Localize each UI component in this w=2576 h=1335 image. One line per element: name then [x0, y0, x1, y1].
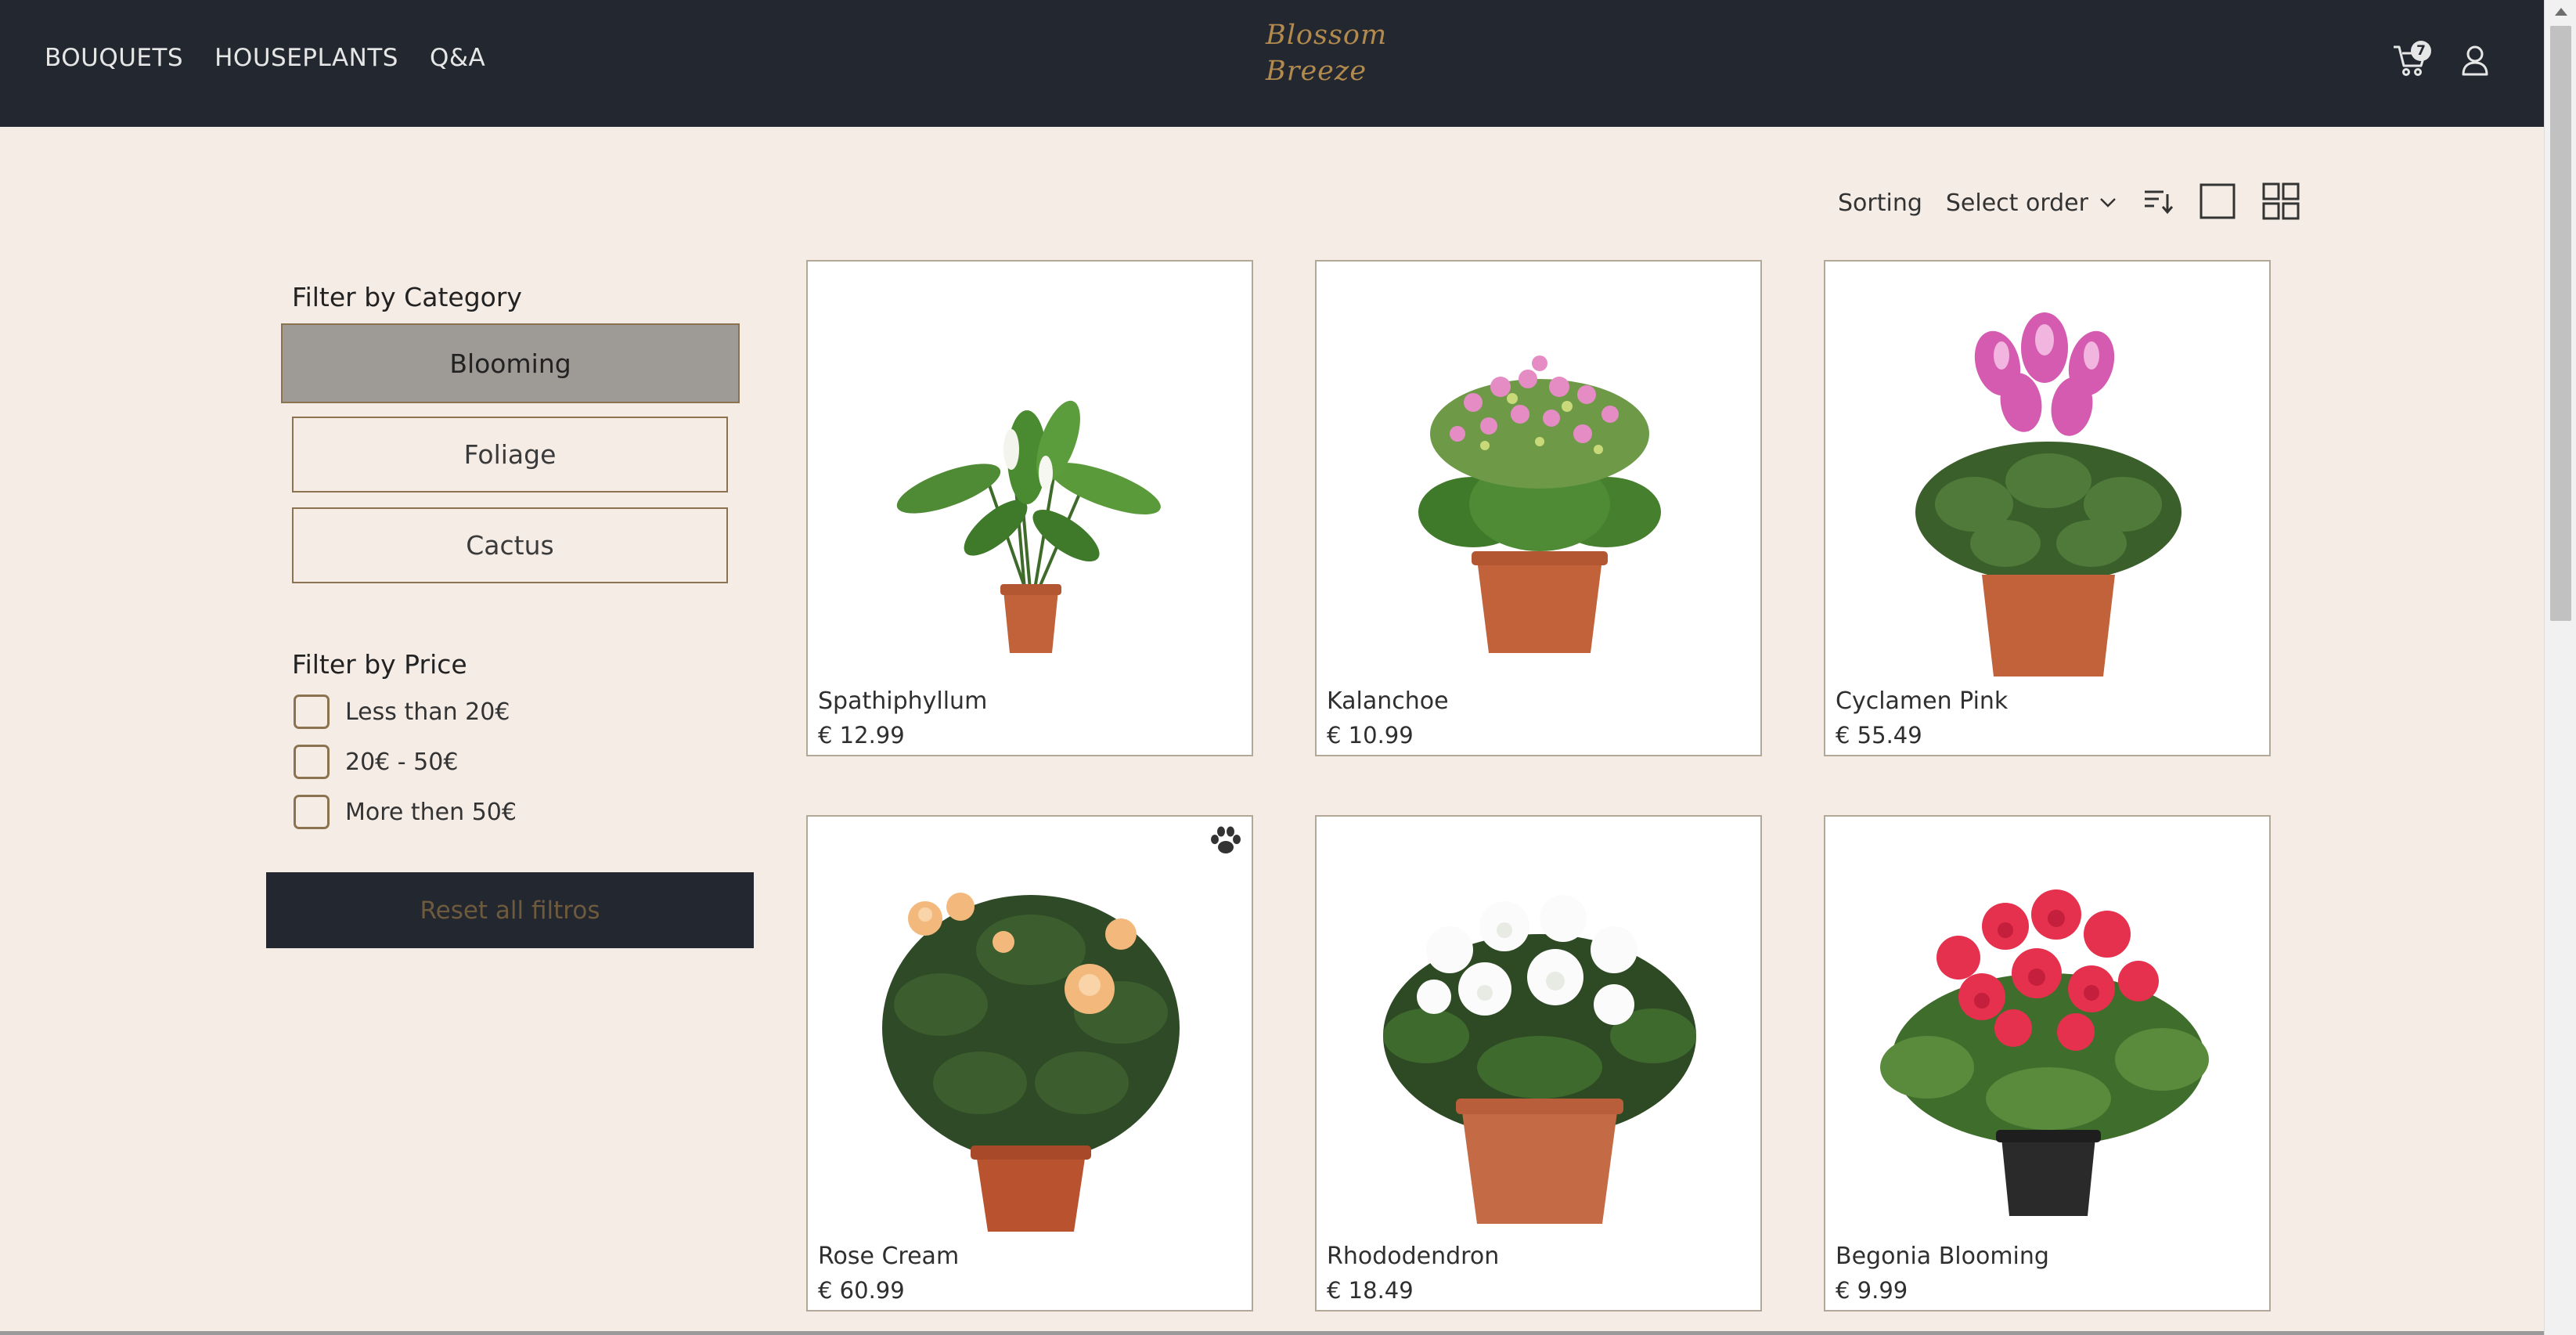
- product-name: Kalanchoe: [1327, 687, 1449, 715]
- paw-icon: [1211, 826, 1241, 853]
- account-button[interactable]: [2459, 42, 2491, 78]
- product-card[interactable]: Cyclamen Pink € 55.49: [1824, 260, 2271, 756]
- checkbox[interactable]: [294, 795, 330, 829]
- product-image: [1841, 277, 2257, 692]
- scroll-thumb[interactable]: [2550, 26, 2571, 621]
- logo-line-2: Breeze: [1266, 56, 1367, 87]
- single-view-button[interactable]: [2200, 183, 2236, 222]
- category-filter-title: Filter by Category: [292, 282, 522, 312]
- product-card[interactable]: Kalanchoe € 10.99: [1315, 260, 1762, 756]
- product-price: € 12.99: [818, 722, 905, 749]
- product-image: [823, 832, 1239, 1247]
- top-header: BOUQUETS HOUSEPLANTS Q&A Blossom Breeze …: [0, 0, 2544, 127]
- grid-view-icon: [2262, 182, 2300, 220]
- product-card[interactable]: Rhododendron € 18.49: [1315, 815, 1762, 1312]
- brand-logo[interactable]: Blossom Breeze: [1266, 17, 1407, 89]
- grid-view-button[interactable]: [2262, 182, 2300, 223]
- price-option-label: 20€ - 50€: [345, 748, 459, 776]
- main-nav: BOUQUETS HOUSEPLANTS Q&A: [45, 44, 485, 72]
- product-name: Spathiphyllum: [818, 687, 988, 715]
- product-name: Cyclamen Pink: [1836, 687, 2009, 715]
- product-card[interactable]: Rose Cream € 60.99: [806, 815, 1253, 1312]
- product-name: Rose Cream: [818, 1243, 960, 1270]
- price-option-label: More then 50€: [345, 798, 517, 826]
- product-image: [1332, 277, 1748, 692]
- sort-direction-icon: [2144, 190, 2174, 215]
- reset-filters-button[interactable]: Reset all filtros: [266, 872, 754, 948]
- category-blooming[interactable]: Blooming: [281, 323, 740, 403]
- sort-toolbar: Sorting Select order: [1838, 182, 2300, 224]
- price-option-over-50[interactable]: More then 50€: [294, 795, 517, 829]
- price-option-under-20[interactable]: Less than 20€: [294, 695, 510, 729]
- product-card[interactable]: Spathiphyllum € 12.99: [806, 260, 1253, 756]
- checkbox[interactable]: [294, 695, 330, 729]
- category-cactus[interactable]: Cactus: [292, 507, 728, 583]
- sorting-label: Sorting: [1838, 189, 1922, 217]
- product-image: [1332, 832, 1748, 1247]
- nav-bouquets[interactable]: BOUQUETS: [45, 44, 183, 72]
- category-foliage[interactable]: Foliage: [292, 417, 728, 493]
- product-price: € 55.49: [1836, 722, 1922, 749]
- chevron-down-icon: [2100, 198, 2116, 207]
- product-price: € 9.99: [1836, 1277, 1908, 1304]
- nav-houseplants[interactable]: HOUSEPLANTS: [214, 44, 398, 72]
- product-price: € 18.49: [1327, 1277, 1414, 1304]
- cart-button[interactable]: 7: [2392, 41, 2431, 78]
- product-price: € 10.99: [1327, 722, 1414, 749]
- price-filter-title: Filter by Price: [292, 649, 467, 680]
- sort-order-value: Select order: [1945, 189, 2088, 217]
- product-price: € 60.99: [818, 1277, 905, 1304]
- sort-direction-button[interactable]: [2143, 188, 2174, 218]
- user-icon: [2462, 45, 2488, 76]
- horizontal-scrollbar[interactable]: [0, 1331, 2544, 1335]
- sort-order-select[interactable]: Select order: [1946, 189, 2117, 217]
- nav-qa[interactable]: Q&A: [430, 44, 485, 72]
- price-option-label: Less than 20€: [345, 698, 510, 726]
- product-image: [1841, 832, 2257, 1247]
- single-view-icon: [2200, 183, 2236, 219]
- logo-line-1: Blossom: [1266, 20, 1388, 51]
- cart-count-badge: 7: [2411, 41, 2431, 61]
- product-name: Begonia Blooming: [1836, 1243, 2049, 1270]
- scroll-up-arrow[interactable]: [2555, 8, 2567, 16]
- page-scrollbar[interactable]: [2544, 0, 2576, 1335]
- product-image: [823, 277, 1239, 692]
- product-card[interactable]: Begonia Blooming € 9.99: [1824, 815, 2271, 1312]
- product-name: Rhododendron: [1327, 1243, 1500, 1270]
- price-option-20-50[interactable]: 20€ - 50€: [294, 745, 458, 779]
- checkbox[interactable]: [294, 745, 330, 779]
